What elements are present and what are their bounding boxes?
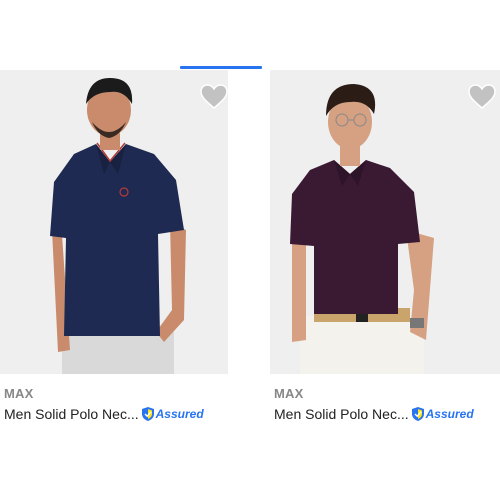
heart-icon <box>468 84 496 109</box>
product-photo <box>270 70 500 374</box>
product-card[interactable]: MAX Men Solid Polo Nec... Assured <box>0 70 228 422</box>
shield-icon <box>141 407 154 421</box>
product-title[interactable]: Men Solid Polo Nec... <box>274 406 409 422</box>
product-brand: MAX <box>274 386 304 401</box>
product-card[interactable]: MAX Men Solid Polo Nec... Assured <box>270 70 500 422</box>
shield-icon <box>411 407 424 421</box>
product-photo <box>0 70 228 374</box>
assured-badge: Assured <box>411 406 474 422</box>
heart-icon <box>200 84 228 109</box>
active-tab-indicator <box>180 66 262 69</box>
wishlist-button[interactable] <box>200 84 228 110</box>
assured-label: Assured <box>155 407 204 421</box>
assured-label: Assured <box>425 407 474 421</box>
wishlist-button[interactable] <box>468 84 496 110</box>
product-brand: MAX <box>4 386 34 401</box>
product-image[interactable] <box>270 70 500 374</box>
product-title[interactable]: Men Solid Polo Nec... <box>4 406 139 422</box>
assured-badge: Assured <box>141 406 204 422</box>
product-image[interactable] <box>0 70 228 374</box>
